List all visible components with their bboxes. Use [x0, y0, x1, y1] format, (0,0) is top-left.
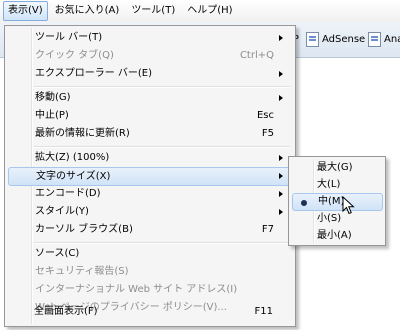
submenu-arrow-icon — [279, 209, 283, 215]
menu-item-source[interactable]: ソース(C) — [7, 245, 293, 263]
submenu-arrow-icon — [279, 71, 283, 77]
menu-item-label: インターナショナル Web サイト アドレス(I) — [35, 284, 238, 295]
submenu-arrow-icon — [279, 155, 283, 161]
menu-item-label: 最小(A) — [317, 230, 352, 241]
favorite-label: Ana — [384, 33, 400, 45]
menu-item-stop[interactable]: 中止(P) Esc — [7, 107, 293, 125]
menu-item-shortcut: F5 — [261, 128, 274, 139]
menu-item-label: カーソル ブラウズ(B) — [35, 224, 133, 235]
menu-item-label: 最大(G) — [317, 162, 353, 173]
submenu-arrow-icon — [279, 173, 283, 179]
menu-item-label: 拡大(Z) (100%) — [35, 152, 110, 163]
menu-item-label: エクスプローラー バー(E) — [35, 68, 152, 79]
menu-item-label: 中止(P) — [35, 110, 69, 121]
text-size-smaller[interactable]: 小(S) — [291, 210, 383, 227]
menu-separator — [34, 86, 290, 88]
menu-item-label: エンコード(D) — [35, 188, 101, 199]
menu-item-label: スタイル(Y) — [35, 206, 89, 217]
menu-item-label: 文字のサイズ(X) — [36, 171, 111, 182]
menu-favorites[interactable]: お気に入り(A) — [50, 1, 125, 21]
menu-item-label: 大(L) — [317, 179, 341, 190]
menu-item-explorer-bars[interactable]: エクスプローラー バー(E) — [7, 65, 293, 83]
mouse-cursor-icon — [342, 196, 355, 215]
menu-item-encoding[interactable]: エンコード(D) — [7, 185, 293, 203]
menu-item-shortcut: Esc — [256, 110, 274, 121]
menu-item-full-screen[interactable]: 全画面表示(F) F11 — [6, 303, 292, 321]
menu-view[interactable]: 表示(V) — [3, 1, 48, 21]
text-size-submenu: 最大(G) 大(L) 中(M) 小(S) 最小(A) — [288, 156, 386, 246]
favorite-link-adsense[interactable]: AdSense — [306, 31, 365, 47]
menu-item-zoom[interactable]: 拡大(Z) (100%) — [7, 149, 293, 167]
favorite-link-analytics[interactable]: Ana — [368, 31, 400, 47]
menu-item-shortcut: Ctrl+Q — [239, 50, 274, 61]
menu-item-style[interactable]: スタイル(Y) — [7, 203, 293, 221]
menu-item-go-to[interactable]: 移動(G) — [7, 89, 293, 107]
menu-item-label: クイック タブ(Q) — [35, 50, 114, 61]
menu-item-label: ソース(C) — [35, 248, 80, 259]
submenu-arrow-icon — [279, 35, 283, 41]
menu-item-label: 最新の情報に更新(R) — [35, 128, 130, 139]
menu-item-label: 全画面表示(F) — [34, 306, 98, 317]
menu-item-label: セキュリティ報告(S) — [35, 266, 129, 277]
menu-separator — [34, 146, 290, 148]
text-size-smallest[interactable]: 最小(A) — [291, 227, 383, 244]
menu-item-security-report[interactable]: セキュリティ報告(S) — [7, 263, 293, 281]
menu-item-shortcut: F7 — [261, 224, 274, 235]
menu-item-label: 移動(G) — [35, 92, 71, 103]
menu-item-refresh[interactable]: 最新の情報に更新(R) F5 — [7, 125, 293, 143]
menu-item-text-size[interactable]: 文字のサイズ(X) — [8, 167, 293, 186]
favorite-label: AdSense — [322, 33, 366, 45]
menu-separator — [34, 242, 290, 244]
menu-item-label: ツール バー(T) — [35, 32, 103, 43]
submenu-arrow-icon — [279, 191, 283, 197]
menu-item-toolbars[interactable]: ツール バー(T) — [7, 29, 293, 47]
text-size-larger[interactable]: 大(L) — [291, 176, 383, 193]
page-icon — [306, 31, 319, 47]
page-icon — [368, 31, 381, 47]
menu-item-quick-tabs[interactable]: クイック タブ(Q) Ctrl+Q — [7, 47, 293, 65]
menu-item-caret-browsing[interactable]: カーソル ブラウズ(B) F7 — [7, 221, 293, 239]
view-menu: ツール バー(T) クイック タブ(Q) Ctrl+Q エクスプローラー バー(… — [4, 25, 296, 327]
menu-item-international-address[interactable]: インターナショナル Web サイト アドレス(I) — [7, 281, 293, 299]
menu-item-shortcut: F11 — [254, 306, 273, 317]
menu-tools[interactable]: ツール(T) — [126, 1, 180, 21]
text-size-medium[interactable]: 中(M) — [292, 193, 383, 211]
menu-item-label: 中(M) — [318, 196, 345, 207]
menu-item-label: 小(S) — [317, 213, 342, 224]
text-size-largest[interactable]: 最大(G) — [291, 159, 383, 176]
radio-selected-icon — [301, 200, 307, 206]
menu-bar: 表示(V) お気に入り(A) ツール(T) ヘルプ(H) — [0, 0, 400, 22]
submenu-arrow-icon — [279, 95, 283, 101]
menu-help[interactable]: ヘルプ(H) — [182, 1, 237, 21]
